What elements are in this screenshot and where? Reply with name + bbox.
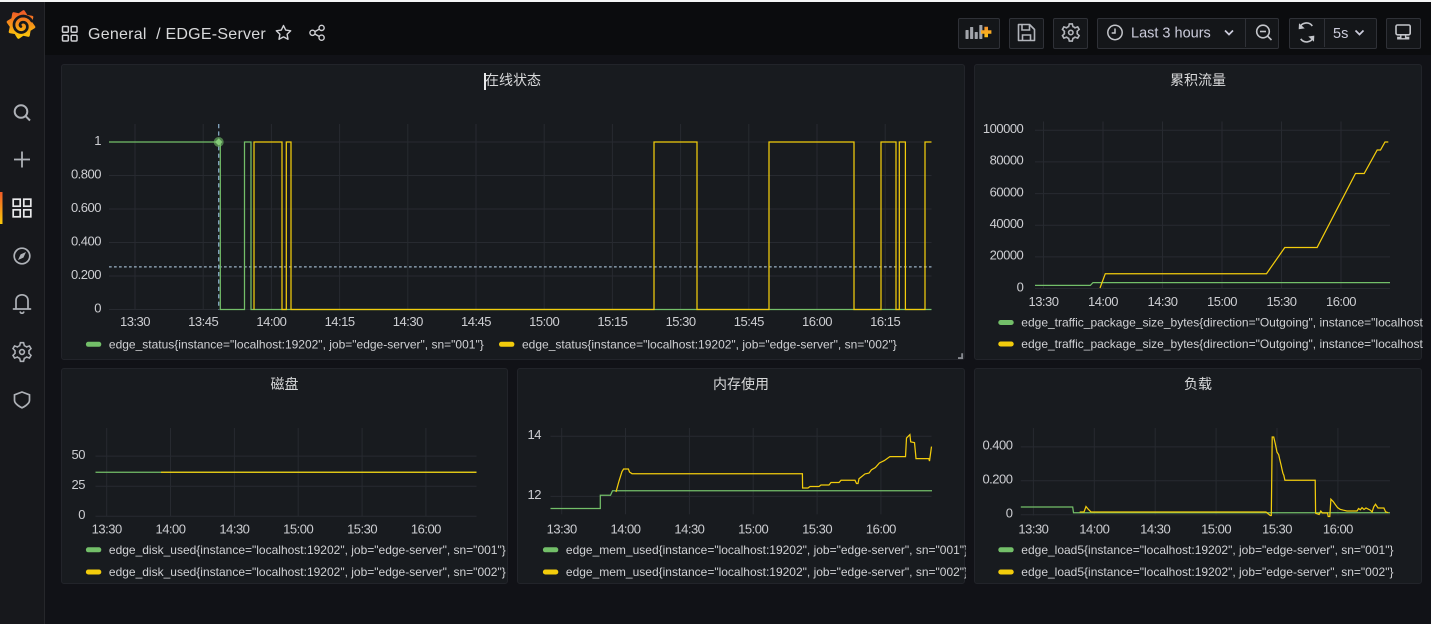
svg-text:edge_mem_used{instance="localh: edge_mem_used{instance="localhost:19202"… [566, 565, 966, 579]
svg-text:0: 0 [94, 300, 101, 315]
svg-text:edge_mem_used{instance="localh: edge_mem_used{instance="localhost:19202"… [566, 543, 966, 557]
svg-text:0.400: 0.400 [982, 438, 1012, 453]
svg-text:14:00: 14:00 [155, 522, 185, 537]
svg-text:15:00: 15:00 [1201, 522, 1231, 537]
svg-text:0: 0 [1017, 279, 1024, 294]
svg-text:15:00: 15:00 [529, 314, 559, 329]
svg-text:40000: 40000 [990, 216, 1024, 231]
svg-text:14:00: 14:00 [610, 522, 640, 537]
svg-text:15:30: 15:30 [347, 522, 377, 537]
svg-text:0.600: 0.600 [71, 200, 101, 215]
svg-text:15:30: 15:30 [802, 522, 832, 537]
svg-text:15:30: 15:30 [1266, 294, 1296, 309]
svg-text:20000: 20000 [990, 248, 1024, 263]
svg-text:edge_disk_used{instance="local: edge_disk_used{instance="localhost:19202… [109, 543, 506, 557]
svg-text:1: 1 [94, 133, 101, 148]
svg-text:0: 0 [78, 507, 85, 522]
svg-text:16:00: 16:00 [802, 314, 832, 329]
svg-text:60000: 60000 [990, 184, 1024, 199]
svg-text:Last 3 hours: Last 3 hours [1131, 26, 1211, 42]
svg-text:16:00: 16:00 [1323, 522, 1353, 537]
svg-text:16:00: 16:00 [1326, 294, 1356, 309]
svg-text:13:30: 13:30 [1018, 522, 1048, 537]
svg-text:15:00: 15:00 [1207, 294, 1237, 309]
svg-text:14: 14 [528, 427, 542, 442]
svg-text:14:30: 14:30 [1147, 294, 1177, 309]
svg-text:edge_traffic_package_size_byte: edge_traffic_package_size_bytes{directio… [1021, 337, 1423, 351]
svg-text:13:30: 13:30 [92, 522, 122, 537]
svg-text:16:00: 16:00 [411, 522, 441, 537]
svg-text:0.800: 0.800 [71, 166, 101, 181]
svg-text:16:00: 16:00 [866, 522, 896, 537]
svg-text:13:45: 13:45 [188, 314, 218, 329]
svg-text:0: 0 [1006, 506, 1013, 521]
svg-text:12: 12 [528, 487, 542, 502]
svg-text:13:30: 13:30 [120, 314, 150, 329]
svg-text:edge_load5{instance="localhost: edge_load5{instance="localhost:19202", j… [1021, 565, 1393, 579]
svg-text:5s: 5s [1333, 26, 1348, 42]
svg-text:14:30: 14:30 [1140, 522, 1170, 537]
svg-text:14:00: 14:00 [1088, 294, 1118, 309]
svg-text:14:30: 14:30 [674, 522, 704, 537]
svg-text:15:30: 15:30 [666, 314, 696, 329]
svg-text:0.200: 0.200 [71, 267, 101, 282]
svg-text:14:45: 14:45 [461, 314, 491, 329]
svg-text:14:30: 14:30 [219, 522, 249, 537]
svg-text:0.200: 0.200 [982, 472, 1012, 487]
svg-text:13:30: 13:30 [547, 522, 577, 537]
svg-text:14:00: 14:00 [256, 314, 286, 329]
svg-text:edge_status{instance="localhos: edge_status{instance="localhost:19202", … [109, 338, 484, 352]
svg-text:edge_traffic_package_size_byte: edge_traffic_package_size_bytes{directio… [1021, 316, 1423, 330]
svg-text:14:30: 14:30 [393, 314, 423, 329]
svg-text:edge_disk_used{instance="local: edge_disk_used{instance="localhost:19202… [109, 565, 506, 579]
svg-text:13:30: 13:30 [1028, 294, 1058, 309]
svg-text:edge_load5{instance="localhost: edge_load5{instance="localhost:19202", j… [1021, 543, 1393, 557]
svg-text:15:15: 15:15 [597, 314, 627, 329]
svg-text:16:15: 16:15 [870, 314, 900, 329]
svg-text:15:45: 15:45 [734, 314, 764, 329]
svg-text:25: 25 [72, 477, 86, 492]
svg-text:14:15: 14:15 [325, 314, 355, 329]
svg-text:0.400: 0.400 [71, 233, 101, 248]
svg-text:50: 50 [72, 447, 86, 462]
svg-text:General / EDGE-Server: General / EDGE-Server [88, 26, 266, 43]
svg-text:100000: 100000 [983, 121, 1024, 136]
svg-text:14:00: 14:00 [1079, 522, 1109, 537]
svg-text:edge_status{instance="localhos: edge_status{instance="localhost:19202", … [522, 338, 897, 352]
svg-text:80000: 80000 [990, 153, 1024, 168]
svg-text:15:00: 15:00 [283, 522, 313, 537]
svg-text:15:30: 15:30 [1262, 522, 1292, 537]
svg-text:15:00: 15:00 [738, 522, 768, 537]
